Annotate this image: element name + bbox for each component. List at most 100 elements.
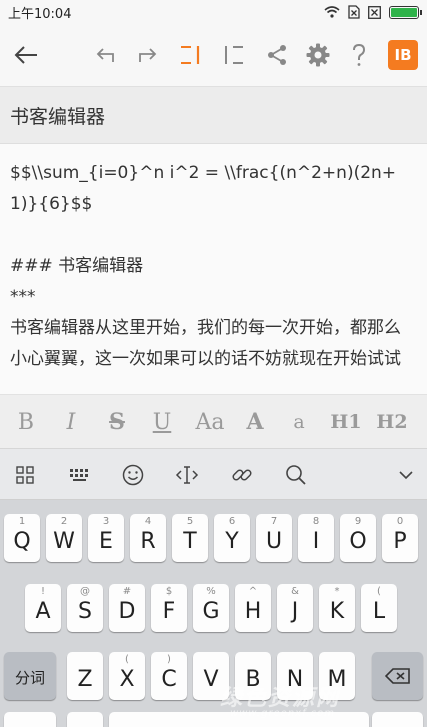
editor-line: $$\\sum_{i=0}^n i^2 = \\frac{(n^2+n)(2n+… xyxy=(10,163,397,214)
heading1-button[interactable]: H1 xyxy=(326,395,366,449)
key-label: Y xyxy=(225,529,239,554)
key-label: I xyxy=(312,529,320,554)
key-label: J xyxy=(291,599,299,624)
key-sub: 2 xyxy=(60,516,68,527)
key-label: Z xyxy=(77,667,93,692)
search-icon xyxy=(286,465,306,485)
document-title-field[interactable]: 书客编辑器 xyxy=(0,86,427,144)
cursor-move-button[interactable] xyxy=(167,449,207,501)
cursor-move-icon xyxy=(175,466,199,484)
key-sub: % xyxy=(206,586,216,597)
key-d[interactable]: # D xyxy=(109,584,145,632)
key-r[interactable]: 4R xyxy=(130,514,166,562)
key-p[interactable]: 0P xyxy=(382,514,418,562)
settings-button[interactable] xyxy=(302,24,334,86)
emoji-icon xyxy=(122,464,144,486)
brand-logo-button[interactable]: IB xyxy=(386,24,420,86)
key-o[interactable]: 9O xyxy=(340,514,376,562)
italic-button[interactable]: I xyxy=(51,395,91,449)
symbol-key[interactable] xyxy=(4,712,56,727)
key-k[interactable]: * K xyxy=(319,584,355,632)
key-s[interactable]: @ S xyxy=(67,584,103,632)
watermark-url: www.greenxf.com xyxy=(230,708,335,719)
status-icons xyxy=(324,5,422,19)
key-label: H xyxy=(244,599,262,624)
key-f[interactable]: $ F xyxy=(151,584,187,632)
key-w[interactable]: 2W xyxy=(46,514,82,562)
key-i[interactable]: 8I xyxy=(298,514,334,562)
watermark: 绿色资源网 www.greenxf.com xyxy=(200,680,425,725)
key-sub: 3 xyxy=(102,516,110,527)
markdown-editor[interactable]: $$\\sum_{i=0}^n i^2 = \\frac{(n^2+n)(2n+… xyxy=(0,144,427,394)
editor-line: ### 书客编辑器 xyxy=(10,256,144,276)
key-c[interactable]: ) C xyxy=(151,652,187,700)
key-g[interactable]: % G xyxy=(193,584,229,632)
key-label: L xyxy=(372,599,386,624)
help-button[interactable] xyxy=(344,24,374,86)
no-signal-icon xyxy=(368,5,381,19)
key-sub: 8 xyxy=(312,516,320,527)
keyboard-switch-button[interactable] xyxy=(60,449,100,501)
preview-panel-button[interactable] xyxy=(175,24,205,86)
key-sub: ( xyxy=(377,586,381,597)
key-j[interactable]: & J xyxy=(277,584,313,632)
key-sub: 1 xyxy=(18,516,26,527)
uppercase-button[interactable]: A xyxy=(235,395,275,449)
key-label: R xyxy=(140,529,156,554)
redo-icon xyxy=(139,48,157,62)
emoji-button[interactable] xyxy=(113,449,153,501)
split-panel-icon xyxy=(225,46,243,64)
chevron-down-icon xyxy=(399,471,413,480)
collapse-keyboard-button[interactable] xyxy=(386,449,426,501)
key-u[interactable]: 7U xyxy=(256,514,292,562)
font-size-button[interactable]: Aa xyxy=(189,395,231,449)
key-label: K xyxy=(329,599,345,624)
redo-button[interactable] xyxy=(133,24,163,86)
key-label: G xyxy=(202,599,220,624)
link-button[interactable] xyxy=(222,449,262,501)
back-button[interactable] xyxy=(4,24,48,86)
search-button[interactable] xyxy=(276,449,316,501)
key-z[interactable]: Z xyxy=(67,652,103,700)
key-t[interactable]: 5T xyxy=(172,514,208,562)
key-q[interactable]: 1Q xyxy=(4,514,40,562)
key-sub: 7 xyxy=(270,516,278,527)
editor-line: *** xyxy=(10,287,36,307)
key-h[interactable]: ^ H xyxy=(235,584,271,632)
key-label: 分词 xyxy=(14,669,45,687)
bold-button[interactable]: B xyxy=(6,395,46,449)
key-sub: * xyxy=(334,586,340,597)
format-toolbar: B I S U Aa A a H1 H2 xyxy=(0,394,427,448)
key-sub: $ xyxy=(165,586,173,597)
key-sub: 4 xyxy=(144,516,152,527)
key-label: P xyxy=(393,529,407,554)
key-sub: ! xyxy=(40,586,45,597)
lowercase-button[interactable]: a xyxy=(279,395,319,449)
key-l[interactable]: (L xyxy=(361,584,397,632)
grid-menu-icon xyxy=(16,466,34,484)
battery-icon xyxy=(389,5,422,19)
strikethrough-button[interactable]: S xyxy=(97,395,137,449)
key-label: C xyxy=(161,667,177,692)
undo-icon xyxy=(96,48,114,62)
undo-button[interactable] xyxy=(90,24,120,86)
key-sub: @ xyxy=(80,586,90,597)
key-partial[interactable] xyxy=(67,712,103,727)
share-button[interactable] xyxy=(261,24,293,86)
underline-button[interactable]: U xyxy=(142,395,182,449)
key-label: T xyxy=(183,529,197,554)
key-a[interactable]: ! A xyxy=(25,584,61,632)
key-label: S xyxy=(78,599,92,624)
heading2-button[interactable]: H2 xyxy=(372,395,412,449)
no-sim-icon xyxy=(348,5,360,19)
segment-key[interactable]: 分词 xyxy=(4,652,56,700)
key-label: F xyxy=(162,599,176,624)
key-y[interactable]: 6Y xyxy=(214,514,250,562)
keyboard-menu-button[interactable] xyxy=(5,449,45,501)
key-sub: & xyxy=(291,586,299,597)
key-x[interactable]: (X xyxy=(109,652,145,700)
key-e[interactable]: 3E xyxy=(88,514,124,562)
split-panel-button[interactable] xyxy=(219,24,249,86)
status-bar: 上午10:04 xyxy=(0,0,427,24)
key-sub: # xyxy=(122,586,132,597)
